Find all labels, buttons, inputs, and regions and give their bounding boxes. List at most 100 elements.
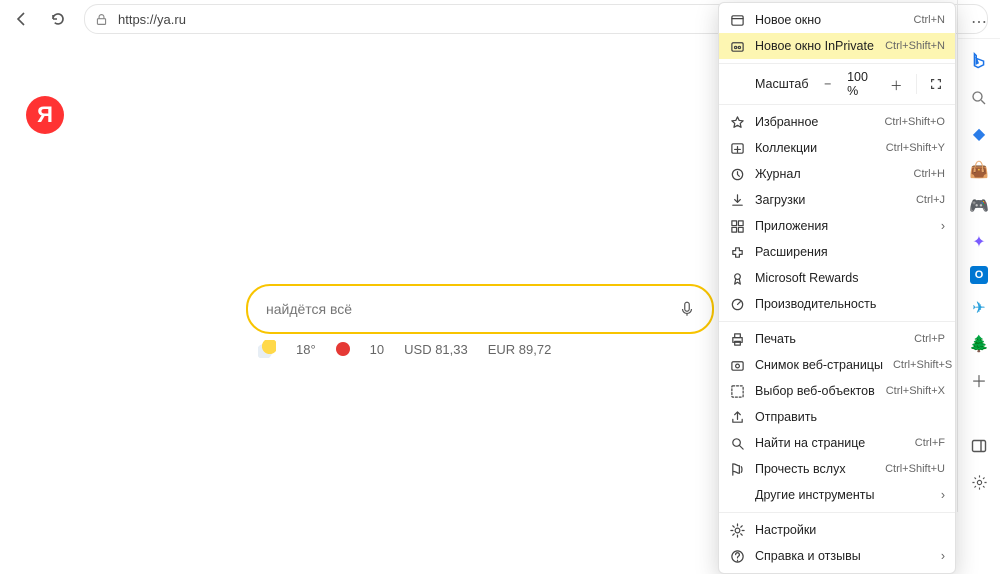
readaloud-icon: [729, 461, 745, 477]
menu-item-shortcut: Ctrl+Shift+X: [886, 385, 945, 397]
menu-item-label: Справка и отзывы: [755, 549, 931, 563]
menu-item-shortcut: Ctrl+F: [915, 437, 945, 449]
menu-item-label: Выбор веб-объектов: [755, 384, 876, 398]
help-icon: [729, 548, 745, 564]
menu-item-label: Настройки: [755, 523, 945, 537]
menu-item-favorites[interactable]: Избранное Ctrl+Shift+O: [719, 109, 955, 135]
history-icon: [729, 166, 745, 182]
menu-item-label: Новое окно: [755, 13, 904, 27]
menu-item-extensions[interactable]: Расширения: [719, 239, 955, 265]
games-icon[interactable]: 🎮: [967, 194, 991, 218]
menu-item-find[interactable]: Найти на странице Ctrl+F: [719, 430, 955, 456]
menu-item-help[interactable]: Справка и отзывы ›: [719, 543, 955, 569]
apps-icon: [729, 218, 745, 234]
menu-item-downloads[interactable]: Загрузки Ctrl+J: [719, 187, 955, 213]
menu-item-label: Новое окно InPrivate: [755, 39, 875, 53]
menu-item-label: Коллекции: [755, 141, 876, 155]
menu-item-capture[interactable]: Снимок веб-страницы Ctrl+Shift+S: [719, 352, 955, 378]
menu-item-label: Расширения: [755, 245, 945, 259]
search-box[interactable]: [246, 284, 714, 334]
menu-item-label: Загрузки: [755, 193, 906, 207]
refresh-button[interactable]: [42, 3, 74, 35]
capture-icon: [729, 357, 745, 373]
yandex-logo[interactable]: Я: [26, 96, 64, 134]
menu-item-perf[interactable]: Производительность: [719, 291, 955, 317]
back-button[interactable]: [6, 3, 38, 35]
menu-item-rewards[interactable]: Microsoft Rewards: [719, 265, 955, 291]
menu-item-label: Журнал: [755, 167, 904, 181]
search-input[interactable]: [264, 300, 678, 318]
chevron-right-icon: ›: [941, 219, 945, 233]
more-button[interactable]: ⋯: [963, 6, 995, 38]
menu-item-label: Снимок веб-страницы: [755, 358, 883, 372]
share-icon: [729, 409, 745, 425]
weather-icon: [258, 340, 276, 358]
chevron-right-icon: ›: [941, 549, 945, 563]
telegram-icon[interactable]: ✈: [967, 296, 991, 320]
zoom-value: 100 %: [847, 70, 877, 98]
menu-item-collections[interactable]: Коллекции Ctrl+Shift+Y: [719, 135, 955, 161]
menu-item-webselect[interactable]: Выбор веб-объектов Ctrl+Shift+X: [719, 378, 955, 404]
menu-item-shortcut: Ctrl+Shift+N: [885, 40, 945, 52]
menu-item-share[interactable]: Отправить: [719, 404, 955, 430]
add-icon[interactable]: ＋: [967, 368, 991, 392]
air-quality-icon: [336, 342, 350, 356]
temperature: 18°: [296, 342, 316, 357]
outlook-icon[interactable]: O: [970, 266, 988, 284]
menu-item-label: Приложения: [755, 219, 931, 233]
air-quality: 10: [370, 342, 384, 357]
zoom-out-button[interactable]: −: [818, 73, 837, 95]
shopping-tag-icon[interactable]: ◆: [967, 122, 991, 146]
browser-menu: Новое окно Ctrl+N Новое окно InPrivate Ctrl…: [718, 2, 956, 574]
perf-icon: [729, 296, 745, 312]
zoom-in-button[interactable]: ＋: [887, 73, 906, 95]
eur-rate: EUR 89,72: [488, 342, 552, 357]
webselect-icon: [729, 383, 745, 399]
new-window-icon: [729, 12, 745, 28]
favorites-icon: [729, 114, 745, 130]
menu-item-label: Прочесть вслух: [755, 462, 875, 476]
menu-item-apps[interactable]: Приложения ›: [719, 213, 955, 239]
settings-icon: [729, 522, 745, 538]
menu-item-label: Microsoft Rewards: [755, 271, 945, 285]
menu-item-shortcut: Ctrl+P: [914, 333, 945, 345]
print-icon: [729, 331, 745, 347]
menu-item-shortcut: Ctrl+Shift+U: [885, 463, 945, 475]
fullscreen-button[interactable]: [926, 73, 945, 95]
menu-item-new-inprivate[interactable]: Новое окно InPrivate Ctrl+Shift+N: [719, 33, 955, 59]
menu-item-shortcut: Ctrl+Shift+Y: [886, 142, 945, 154]
briefcase-icon[interactable]: 👜: [967, 158, 991, 182]
new-inprivate-icon: [729, 38, 745, 54]
lock-icon: [95, 13, 108, 26]
menu-item-settings[interactable]: Настройки: [719, 517, 955, 543]
search-icon[interactable]: [967, 86, 991, 110]
mic-icon[interactable]: [678, 300, 696, 318]
edge-sidebar: ⋯ ◆ 👜 🎮 ✦ O ✈ 🌲 ＋: [957, 0, 1000, 512]
menu-item-label: Найти на странице: [755, 436, 905, 450]
menu-item-readaloud[interactable]: Прочесть вслух Ctrl+Shift+U: [719, 456, 955, 482]
menu-item-print[interactable]: Печать Ctrl+P: [719, 326, 955, 352]
menu-item-shortcut: Ctrl+Shift+O: [884, 116, 945, 128]
menu-item-label: Отправить: [755, 410, 945, 424]
menu-item-new-window[interactable]: Новое окно Ctrl+N: [719, 7, 955, 33]
downloads-icon: [729, 192, 745, 208]
tree-icon[interactable]: 🌲: [967, 332, 991, 356]
rewards-icon: [729, 270, 745, 286]
menu-item-shortcut: Ctrl+Shift+S: [893, 359, 952, 371]
menu-item-moretools[interactable]: Другие инструменты›: [719, 482, 955, 508]
menu-item-history[interactable]: Журнал Ctrl+H: [719, 161, 955, 187]
menu-item-label: Печать: [755, 332, 904, 346]
settings-gear-icon[interactable]: [967, 470, 991, 494]
bing-icon[interactable]: [967, 50, 991, 74]
menu-item-shortcut: Ctrl+N: [914, 14, 945, 26]
menu-item-shortcut: Ctrl+J: [916, 194, 945, 206]
find-icon: [729, 435, 745, 451]
copilot-icon[interactable]: ✦: [967, 230, 991, 254]
menu-item-shortcut: Ctrl+H: [914, 168, 945, 180]
info-bar: 18° 10 USD 81,33 EUR 89,72: [258, 340, 551, 358]
extensions-icon: [729, 244, 745, 260]
menu-item-label: Избранное: [755, 115, 874, 129]
panel-icon[interactable]: [967, 434, 991, 458]
menu-item-label: Производительность: [755, 297, 945, 311]
collections-icon: [729, 140, 745, 156]
